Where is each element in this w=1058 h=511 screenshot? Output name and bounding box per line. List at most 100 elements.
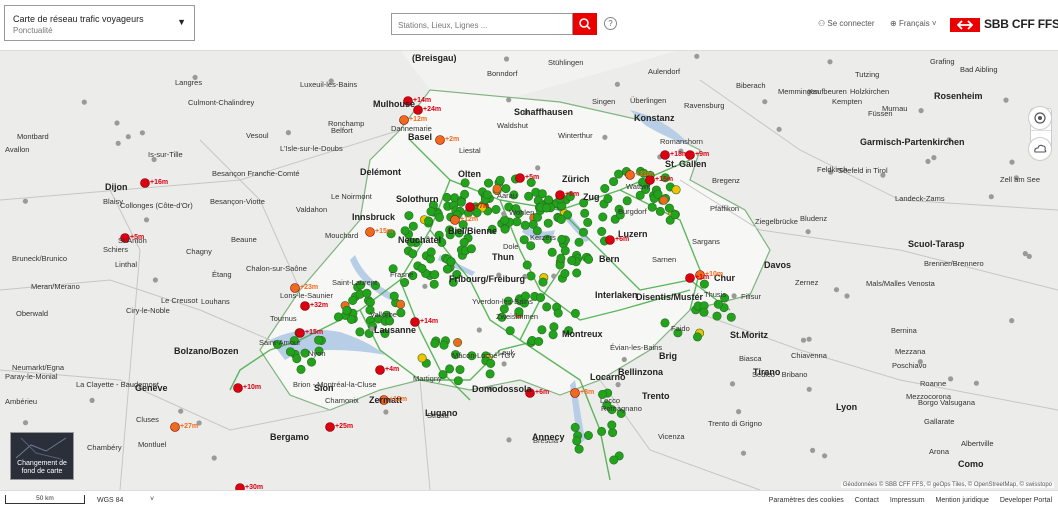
station-marker[interactable] [547, 247, 557, 257]
station-marker[interactable] [560, 269, 570, 279]
station-marker[interactable] [597, 227, 607, 237]
language-selector[interactable]: ⊕ Français ˅ [890, 19, 937, 28]
station-marker[interactable] [417, 353, 427, 363]
station-marker[interactable] [453, 337, 463, 347]
station-marker[interactable] [426, 247, 436, 257]
station-node[interactable] [988, 194, 994, 200]
delayed-station-marker[interactable] [465, 202, 475, 212]
station-marker[interactable] [445, 364, 455, 374]
station-marker[interactable] [396, 299, 406, 309]
station-marker[interactable] [495, 175, 505, 185]
station-marker[interactable] [333, 312, 343, 322]
station-marker[interactable] [580, 208, 590, 218]
station-node[interactable] [762, 99, 768, 105]
delayed-station-marker[interactable] [140, 178, 150, 188]
station-marker[interactable] [609, 455, 619, 465]
station-node[interactable] [1003, 97, 1009, 103]
station-marker[interactable] [574, 237, 584, 247]
station-marker[interactable] [520, 220, 530, 230]
station-marker[interactable] [670, 210, 680, 220]
station-node[interactable] [501, 361, 507, 367]
station-node[interactable] [931, 155, 937, 161]
station-marker[interactable] [408, 221, 418, 231]
station-marker[interactable] [635, 190, 645, 200]
station-marker[interactable] [417, 263, 427, 273]
station-marker[interactable] [314, 335, 324, 345]
station-node[interactable] [143, 217, 150, 223]
basemap-switch-button[interactable]: Changement de fond de carte [10, 432, 74, 480]
station-marker[interactable] [355, 327, 365, 337]
station-marker[interactable] [584, 254, 594, 264]
delayed-station-marker[interactable] [515, 173, 525, 183]
station-marker[interactable] [608, 428, 618, 438]
map-attribution[interactable]: Géodonnées © SBB CFF FFS, © geOps Tiles,… [840, 482, 1054, 488]
delayed-station-marker[interactable] [170, 422, 180, 432]
station-node[interactable] [810, 447, 816, 453]
station-node[interactable] [114, 120, 120, 126]
station-marker[interactable] [524, 191, 534, 201]
delayed-station-marker[interactable] [435, 135, 445, 145]
station-marker[interactable] [671, 185, 681, 195]
footer-link[interactable]: Impressum [890, 497, 925, 504]
station-node[interactable] [806, 336, 812, 342]
station-marker[interactable] [430, 270, 440, 280]
station-marker[interactable] [603, 194, 613, 204]
station-node[interactable] [948, 376, 954, 382]
station-marker[interactable] [653, 189, 663, 199]
station-marker[interactable] [572, 268, 582, 278]
footer-link[interactable]: Paramètres des cookies [769, 497, 844, 504]
station-node[interactable] [383, 409, 389, 415]
station-marker[interactable] [622, 196, 632, 206]
station-marker[interactable] [456, 197, 466, 207]
station-marker[interactable] [342, 305, 352, 315]
station-node[interactable] [501, 211, 507, 217]
station-marker[interactable] [400, 278, 410, 288]
weather-layer-button[interactable] [1028, 137, 1052, 161]
station-marker[interactable] [537, 189, 547, 199]
station-marker[interactable] [607, 420, 617, 430]
station-marker[interactable] [424, 216, 434, 226]
projection-selector[interactable]: WGS 84 [97, 497, 123, 504]
station-node[interactable] [736, 409, 742, 415]
station-marker[interactable] [578, 227, 588, 237]
station-node[interactable] [800, 337, 807, 343]
station-marker[interactable] [549, 322, 559, 332]
login-link[interactable]: ⚇ Se connecter [818, 19, 875, 28]
station-node[interactable] [844, 293, 850, 299]
station-marker[interactable] [285, 347, 295, 357]
station-marker[interactable] [535, 293, 545, 303]
station-marker[interactable] [544, 195, 554, 205]
station-marker[interactable] [442, 192, 452, 202]
map-type-selector[interactable]: Carte de réseau trafic voyageurs Ponctua… [4, 5, 195, 41]
delayed-station-marker[interactable] [233, 383, 243, 393]
delayed-station-marker[interactable] [570, 388, 580, 398]
station-marker[interactable] [542, 302, 552, 312]
delayed-station-marker[interactable] [375, 365, 385, 375]
station-marker[interactable] [553, 308, 563, 318]
station-marker[interactable] [537, 325, 547, 335]
station-marker[interactable] [491, 205, 501, 215]
station-node[interactable] [1009, 318, 1015, 324]
station-node[interactable] [506, 437, 512, 443]
station-node[interactable] [22, 198, 28, 204]
station-node[interactable] [776, 126, 782, 132]
station-marker[interactable] [664, 203, 674, 213]
delayed-station-marker[interactable] [325, 422, 335, 432]
station-node[interactable] [139, 130, 145, 136]
search-input[interactable] [396, 15, 570, 35]
station-node[interactable] [918, 108, 924, 114]
station-marker[interactable] [365, 297, 375, 307]
station-node[interactable] [178, 408, 184, 414]
delayed-station-marker[interactable] [625, 170, 635, 180]
station-node[interactable] [805, 229, 811, 235]
station-node[interactable] [973, 380, 980, 386]
network-map[interactable]: (Breisgau) Bonndorf Stühlingen Aulendorf Sin… [0, 50, 1058, 490]
station-marker[interactable] [430, 338, 440, 348]
station-marker[interactable] [306, 357, 316, 367]
station-node[interactable] [822, 453, 828, 459]
station-marker[interactable] [557, 234, 567, 244]
locate-button[interactable] [1028, 106, 1052, 130]
station-marker[interactable] [446, 257, 456, 267]
delayed-station-marker[interactable] [685, 273, 695, 283]
station-marker[interactable] [583, 217, 593, 227]
